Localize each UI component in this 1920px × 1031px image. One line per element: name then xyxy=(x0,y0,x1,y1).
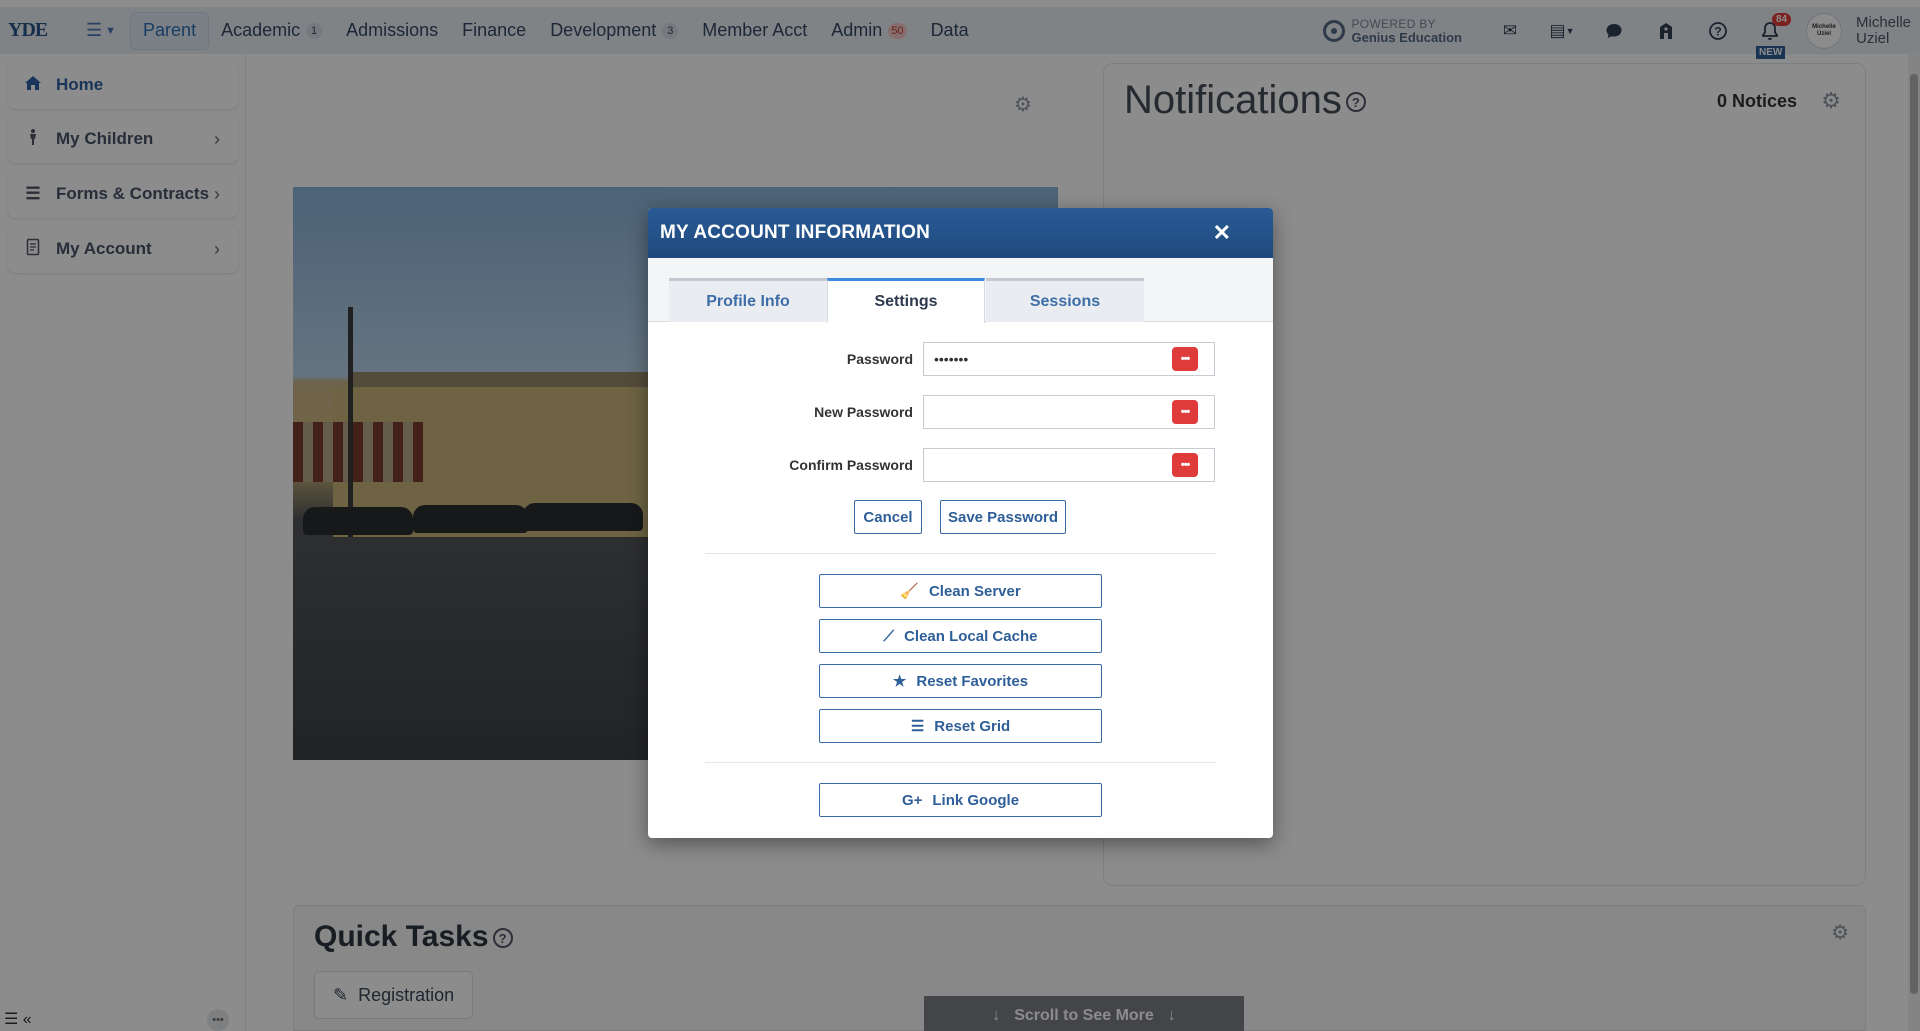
divider xyxy=(705,762,1216,763)
tab-profile-info[interactable]: Profile Info xyxy=(669,278,827,322)
password-generator-icon[interactable]: ••• xyxy=(1172,400,1198,424)
new-password-label: New Password xyxy=(814,404,913,420)
tab-settings[interactable]: Settings xyxy=(827,278,985,323)
password-generator-icon[interactable]: ••• xyxy=(1172,347,1198,371)
clean-local-cache-button[interactable]: ⟋ Clean Local Cache xyxy=(819,619,1102,653)
confirm-password-row: Confirm Password ••• xyxy=(648,448,1273,482)
list-icon: ☰ xyxy=(910,718,925,735)
broom-icon: 🧹 xyxy=(900,583,919,600)
reset-favorites-button[interactable]: ★ Reset Favorites xyxy=(819,664,1102,698)
password-label: Password xyxy=(846,351,913,367)
dialog-header: MY ACCOUNT INFORMATION ✕ xyxy=(648,208,1273,258)
reset-grid-button[interactable]: ☰ Reset Grid xyxy=(819,709,1102,743)
save-password-button[interactable]: Save Password xyxy=(940,500,1066,534)
close-icon[interactable]: ✕ xyxy=(1213,220,1231,246)
dialog-tabs: Profile Info Settings Sessions xyxy=(648,258,1273,323)
star-icon: ★ xyxy=(892,673,907,690)
password-generator-icon[interactable]: ••• xyxy=(1172,453,1198,477)
cancel-button[interactable]: Cancel xyxy=(854,500,922,534)
tab-sessions[interactable]: Sessions xyxy=(986,278,1144,322)
google-plus-icon: G+ xyxy=(901,791,923,809)
dialog-title: MY ACCOUNT INFORMATION xyxy=(660,222,931,243)
link-google-button[interactable]: G+ Link Google xyxy=(819,783,1102,817)
new-password-row: New Password ••• xyxy=(648,395,1273,429)
broom-outline-icon: ⟋ xyxy=(883,627,895,645)
password-row: Password ••• xyxy=(648,342,1273,376)
confirm-password-label: Confirm Password xyxy=(789,457,913,473)
divider xyxy=(705,553,1216,554)
clean-server-button[interactable]: 🧹 Clean Server xyxy=(819,574,1102,608)
my-account-information-dialog: MY ACCOUNT INFORMATION ✕ Profile Info Se… xyxy=(648,208,1273,838)
